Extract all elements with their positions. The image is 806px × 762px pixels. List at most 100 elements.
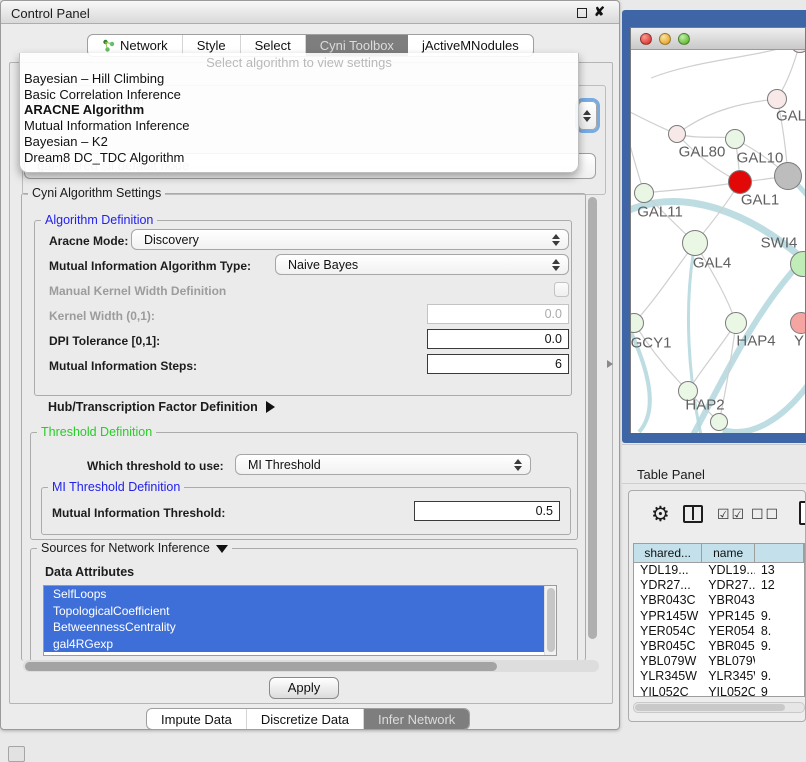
column-header[interactable]: name <box>702 544 755 563</box>
data-attributes-list[interactable]: SelfLoopsTopologicalCoefficientBetweenne… <box>43 585 557 656</box>
mi-type-combo[interactable]: Naive Bayes <box>275 254 569 275</box>
zoom-traffic-light-icon[interactable] <box>678 33 690 45</box>
table-row[interactable]: YDR27...YDR27...12 <box>634 578 804 593</box>
table-cell: YBL079W <box>702 654 755 669</box>
table-panel-title: Table Panel <box>637 467 705 482</box>
node-label: GAL11 <box>637 204 683 221</box>
settings-horizontal-scrollbar[interactable] <box>23 660 599 672</box>
tab-infer-network[interactable]: Infer Network <box>364 709 469 729</box>
network-node-gal10[interactable] <box>725 129 745 149</box>
manual-kernel-label: Manual Kernel Width Definition <box>49 284 226 298</box>
which-threshold-value: MI Threshold <box>248 458 321 472</box>
table-row[interactable]: YDL19...YDL19...13 <box>634 563 804 578</box>
tab-label: Network <box>120 38 168 53</box>
attribute-item[interactable]: TopologicalCoefficient <box>44 603 544 620</box>
table-cell: YDL19... <box>634 563 702 578</box>
columns-icon[interactable] <box>683 505 703 523</box>
deselect-all-columns-icon[interactable]: ☐☐ <box>751 506 780 523</box>
combo-arrows-icon <box>583 110 591 122</box>
manual-kernel-checkbox[interactable] <box>554 282 569 297</box>
minimize-traffic-light-icon[interactable] <box>659 33 671 45</box>
network-node-y[interactable] <box>790 312 805 334</box>
node-label: GAL <box>776 108 805 125</box>
table-cell: 8. <box>755 624 804 639</box>
network-node-gal[interactable] <box>767 89 787 109</box>
table-row[interactable]: YPR145WYPR145W9. <box>634 609 804 624</box>
node-table[interactable]: shared...nameYDL19...YDL19...13YDR27...Y… <box>633 543 805 697</box>
network-node[interactable] <box>774 162 802 190</box>
table-horizontal-scrollbar[interactable] <box>633 702 805 713</box>
algorithm-option[interactable]: Mutual Information Inference <box>20 118 578 134</box>
mi-threshold-input[interactable]: 0.5 <box>414 501 560 521</box>
algorithm-combo-button[interactable] <box>578 101 597 130</box>
tab-label: Impute Data <box>161 712 232 727</box>
tab-label: Style <box>197 38 226 53</box>
tab-discretize-data[interactable]: Discretize Data <box>247 709 364 729</box>
kernel-width-input[interactable]: 0.0 <box>427 304 569 324</box>
dpi-tolerance-input[interactable]: 0.0 <box>427 329 569 349</box>
table-cell <box>755 654 804 669</box>
close-traffic-light-icon[interactable] <box>640 33 652 45</box>
settings-vertical-scrollbar[interactable] <box>586 195 599 661</box>
table-row[interactable]: YIL052CYIL052C9 <box>634 685 804 698</box>
minimized-panel-icon[interactable] <box>8 746 25 762</box>
table-cell: YBR045C <box>702 639 755 654</box>
sources-legend[interactable]: Sources for Network Inference <box>37 541 232 555</box>
network-frame: GALGAL80GAL10GAL1GAL11SWI4GAL4GCY1HAP4YH… <box>622 10 806 443</box>
table-row[interactable]: YLR345WYLR345W9. <box>634 669 804 684</box>
network-node-gal11[interactable] <box>634 183 654 203</box>
table-cell: YER054C <box>702 624 755 639</box>
tab-label: Select <box>255 38 291 53</box>
column-header[interactable]: shared... <box>634 544 702 563</box>
attribute-item[interactable]: SelfLoops <box>44 586 544 603</box>
attr-list-scrollbar[interactable] <box>544 586 556 655</box>
hub-definition-toggle[interactable]: Hub/Transcription Factor Definition <box>48 400 275 414</box>
table-row[interactable]: YBL079WYBL079W <box>634 654 804 669</box>
tab-label: Cyni Toolbox <box>320 38 394 53</box>
document-icon[interactable] <box>799 501 806 525</box>
node-label: GAL4 <box>693 255 731 272</box>
node-label: SWI4 <box>761 235 798 252</box>
network-window-titlebar[interactable] <box>631 28 805 50</box>
which-threshold-combo[interactable]: MI Threshold <box>235 454 531 475</box>
node-label: HAP4 <box>736 333 775 350</box>
column-header[interactable] <box>755 544 804 563</box>
attribute-item[interactable]: BetweennessCentrality <box>44 619 544 636</box>
network-node-gal80[interactable] <box>668 125 686 143</box>
apply-button[interactable]: Apply <box>269 677 339 699</box>
aracne-mode-value: Discovery <box>144 233 199 247</box>
select-all-columns-icon[interactable]: ☑☑ <box>717 506 746 523</box>
aracne-mode-combo[interactable]: Discovery <box>131 229 569 250</box>
splitter-collapse-icon[interactable] <box>607 360 613 368</box>
algorithm-option[interactable]: Bayesian – K2 <box>20 134 578 150</box>
table-toolbar: ⚙ ☑☑ ☐☐ <box>629 491 805 539</box>
table-cell <box>755 593 804 608</box>
close-icon[interactable]: ✘ <box>594 4 605 20</box>
network-canvas[interactable]: GALGAL80GAL10GAL1GAL11SWI4GAL4GCY1HAP4YH… <box>631 50 805 433</box>
table-row[interactable]: YBR045CYBR045C9. <box>634 639 804 654</box>
algorithm-option[interactable]: Bayesian – Hill Climbing <box>20 71 578 87</box>
algorithm-option[interactable]: Dream8 DC_TDC Algorithm <box>20 150 578 166</box>
mi-type-label: Mutual Information Algorithm Type: <box>49 259 251 273</box>
network-node-hap4[interactable] <box>725 312 747 334</box>
table-cell: YBL079W <box>634 654 702 669</box>
aracne-mode-label: Aracne Mode: <box>49 234 128 248</box>
algorithm-option[interactable]: ARACNE Algorithm <box>20 102 578 118</box>
gear-icon[interactable]: ⚙ <box>651 502 670 527</box>
mi-threshold-definition-group: MI Threshold Definition Mutual Informati… <box>41 487 571 535</box>
algorithm-option[interactable]: Basic Correlation Inference <box>20 87 578 103</box>
control-panel-titlebar[interactable]: Control Panel ✘ <box>1 1 619 24</box>
table-cell: YPR145W <box>634 609 702 624</box>
table-row[interactable]: YBR043CYBR043C <box>634 593 804 608</box>
table-row[interactable]: YER054CYER054C8. <box>634 624 804 639</box>
table-header-row: shared...name <box>634 544 804 563</box>
mi-steps-input[interactable]: 6 <box>427 354 569 374</box>
tab-impute-data[interactable]: Impute Data <box>147 709 247 729</box>
network-node-gal1[interactable] <box>728 170 752 194</box>
network-node[interactable] <box>710 413 728 431</box>
which-threshold-label: Which threshold to use: <box>87 459 224 473</box>
float-window-icon[interactable] <box>577 8 587 18</box>
network-node-gal4[interactable] <box>682 230 708 256</box>
attribute-item[interactable]: gal4RGexp <box>44 636 544 653</box>
table-cell: 9. <box>755 609 804 624</box>
